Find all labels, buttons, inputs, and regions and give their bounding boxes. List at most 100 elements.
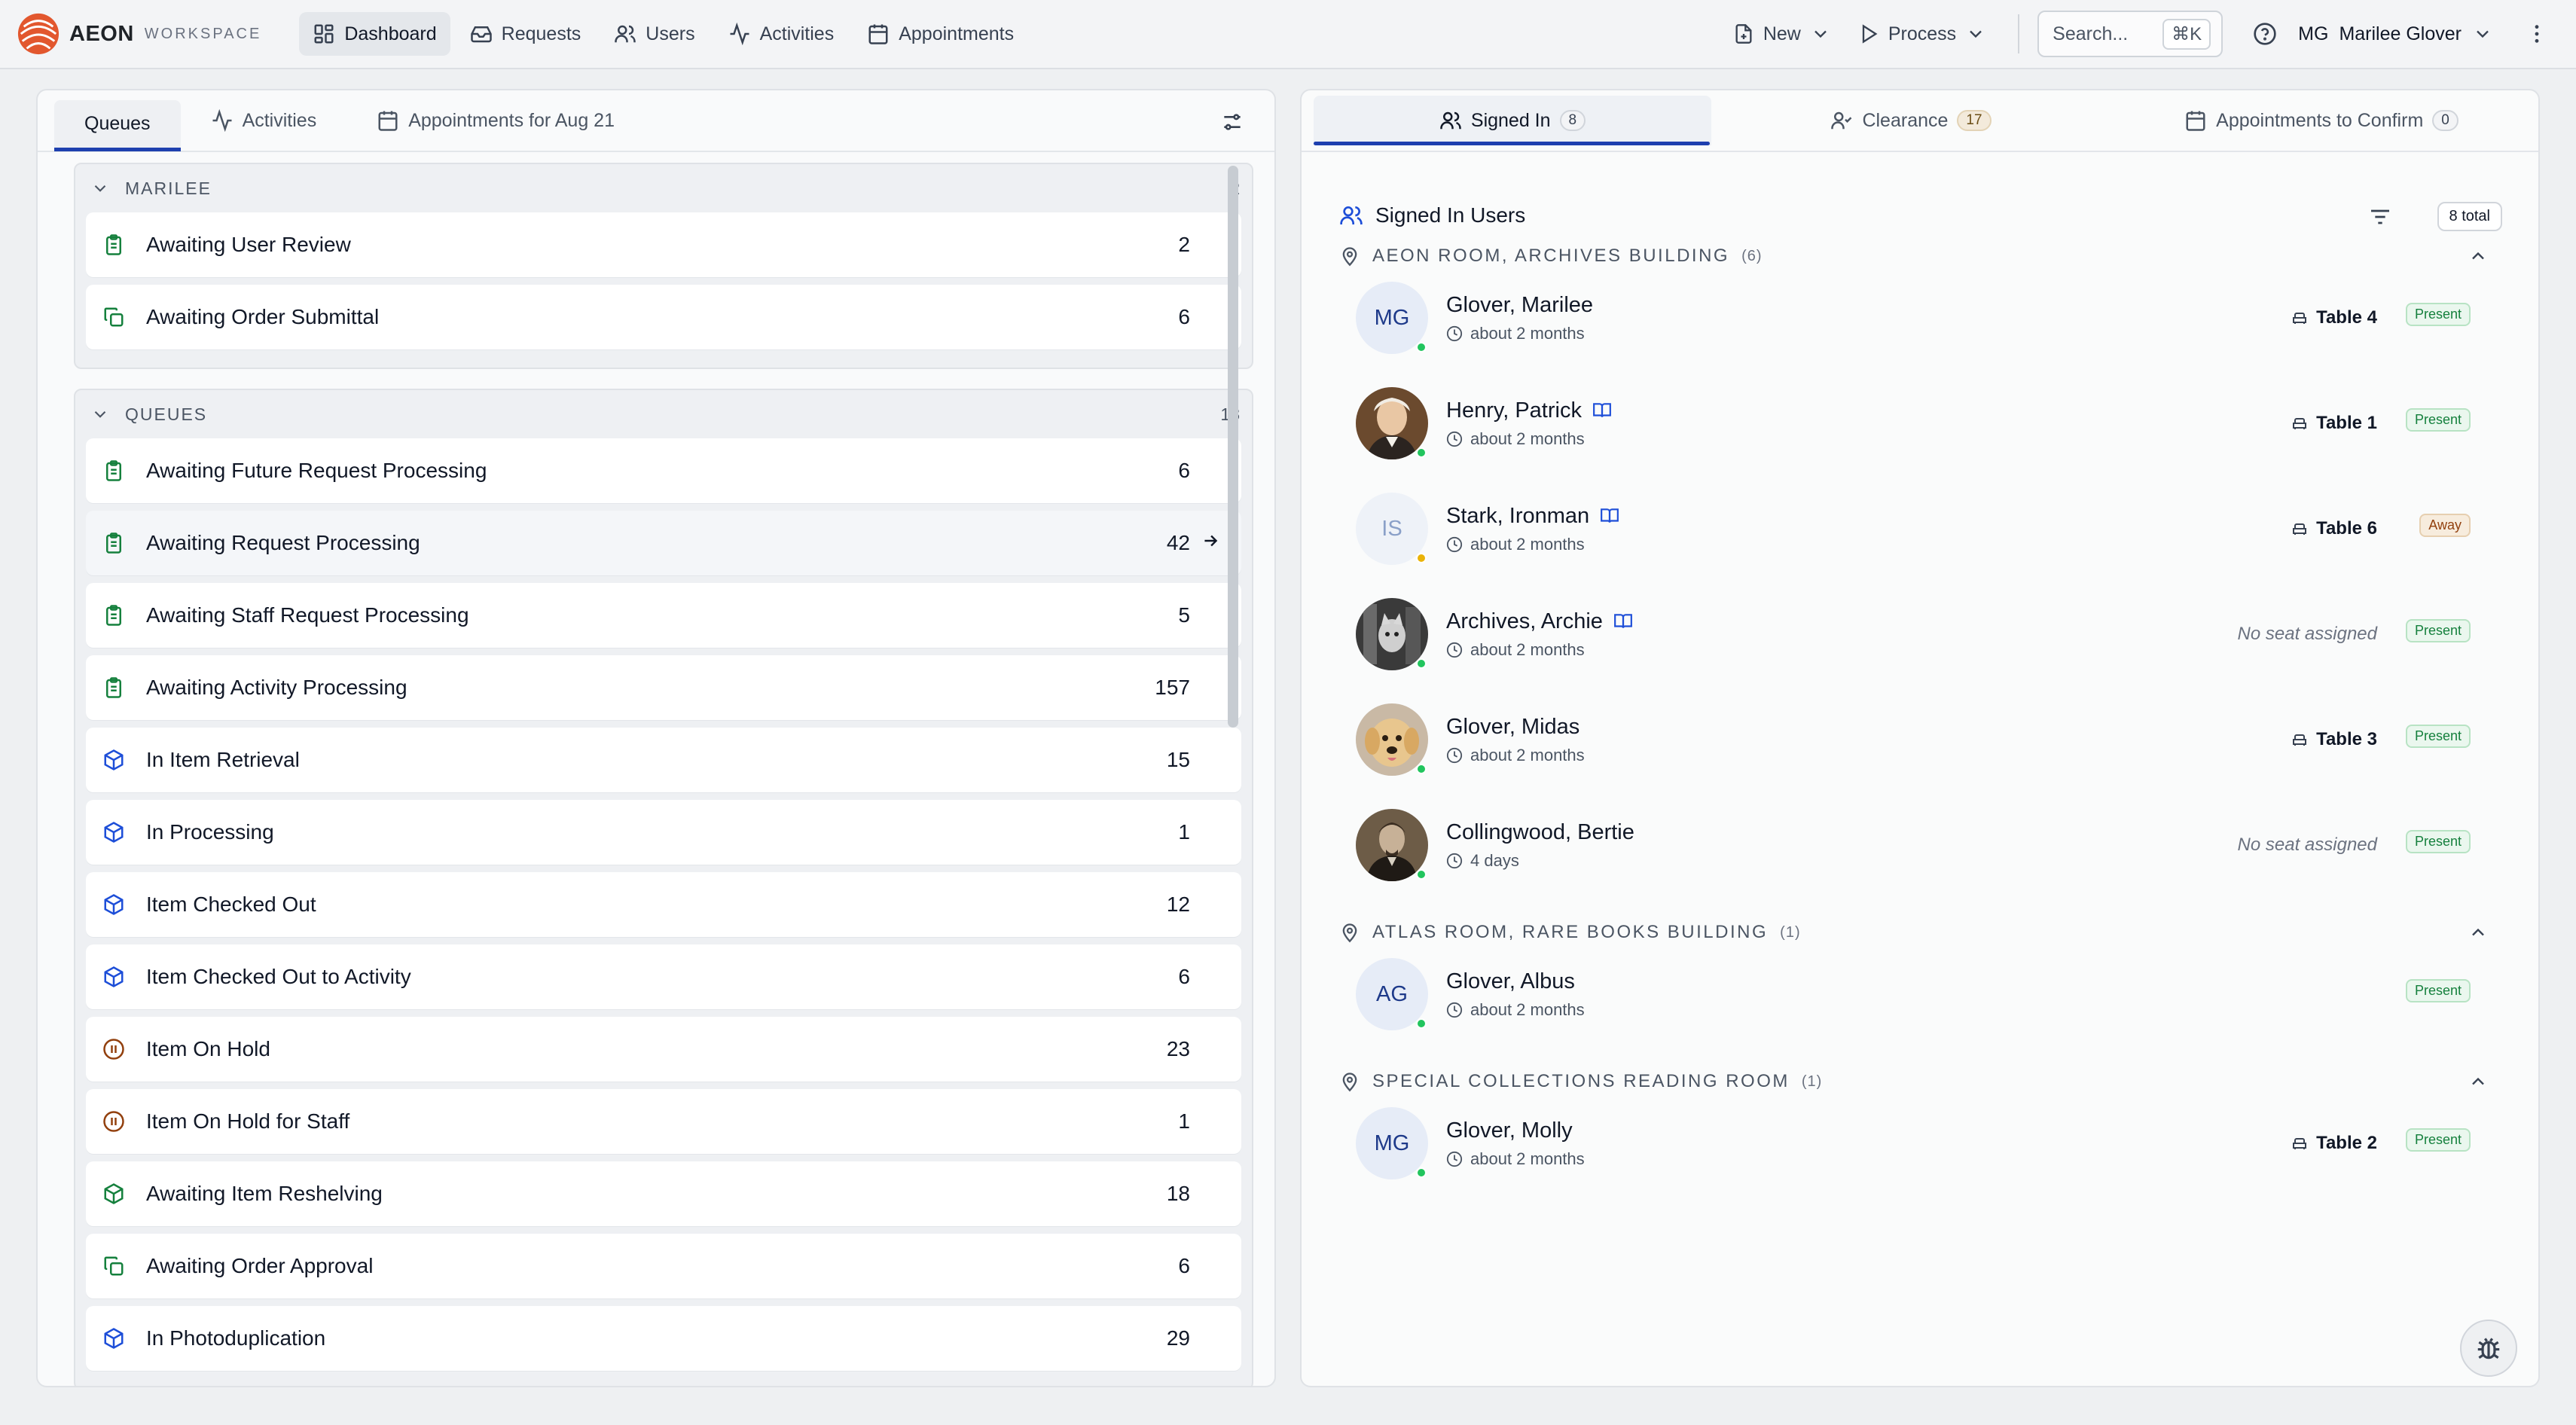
signed-in-user-row[interactable]: Glover, Midas about 2 months Table 3 Presen… [1356, 694, 2471, 785]
user-name: Stark, Ironman [1446, 503, 1590, 528]
queue-row[interactable]: Item Checked Out 12 [86, 872, 1241, 937]
avatar: MG [1356, 1107, 1428, 1179]
clock-icon [1446, 325, 1463, 341]
clock-icon [1446, 431, 1463, 447]
queue-label: Awaiting Item Reshelving [146, 1182, 383, 1205]
debug-button[interactable] [2460, 1320, 2517, 1377]
signed-in-user-row[interactable]: MG Glover, Molly about 2 months Table 2 Pres… [1356, 1098, 2471, 1189]
queue-row[interactable]: Awaiting Item Reshelving 18 [86, 1161, 1241, 1226]
seat-assignment: Table 6 [2291, 518, 2377, 539]
queue-settings-button[interactable] [1220, 110, 1244, 139]
nav-appointments[interactable]: Appointments [853, 12, 1027, 56]
signed-in-duration: about 2 months [1470, 999, 1585, 1019]
group-header[interactable]: MARILEE 2 [86, 164, 1241, 212]
tab-appointments-to-confirm[interactable]: Appointments to Confirm 0 [2111, 90, 2532, 151]
queue-row[interactable]: Awaiting User Review 2 [86, 212, 1241, 277]
help-button[interactable] [2239, 22, 2291, 46]
queue-row[interactable]: In Item Retrieval 15 [86, 728, 1241, 792]
presence-dot [1416, 1167, 1427, 1178]
main-nav: Dashboard Requests Users Activities Appo… [299, 12, 1027, 56]
chevron-down-icon [94, 410, 106, 418]
presence-dot [1416, 1018, 1427, 1029]
calendar-icon [378, 111, 398, 131]
nav-dashboard[interactable]: Dashboard [299, 12, 450, 56]
map-pin-icon [1342, 247, 1357, 267]
queue-row[interactable]: Awaiting Order Approval 6 [86, 1234, 1241, 1298]
process-button[interactable]: Process [1845, 23, 2000, 45]
location-header[interactable]: AEON ROOM, ARCHIVES BUILDING (6) [1339, 246, 2504, 267]
presence-dot [1416, 869, 1427, 880]
avatar-initials: AG [1376, 981, 1408, 1006]
queue-row[interactable]: Awaiting Staff Request Processing 5 [86, 583, 1241, 648]
queue-row[interactable]: Awaiting Future Request Processing 6 [86, 438, 1241, 503]
tab-appointments-today[interactable]: Appointments for Aug 21 [346, 90, 645, 151]
signed-in-user-row[interactable]: Collingwood, Bertie 4 days No seat assigne… [1356, 800, 2471, 890]
queue-list[interactable]: MARILEE 2 Awaiting User Review2 Awaiting … [74, 163, 1253, 1386]
signed-in-user-row[interactable]: MG Glover, Marilee about 2 months Table 4 Pr… [1356, 273, 2471, 363]
queue-row[interactable]: Awaiting Order Submittal 6 [86, 285, 1241, 349]
chevron-up-icon [2472, 252, 2484, 260]
users-icon [615, 25, 636, 43]
sliders-icon [1224, 114, 1241, 130]
seat-assignment: Table 3 [2291, 729, 2377, 750]
app-logo[interactable]: AEON WORKSPACE [17, 12, 261, 56]
nav-label: Requests [501, 23, 581, 44]
queue-row[interactable]: Item On Hold for Staff 1 [86, 1089, 1241, 1154]
top-navigation-bar: AEON WORKSPACE Dashboard Requests Users … [0, 0, 2576, 69]
more-menu-button[interactable] [2511, 22, 2562, 46]
clipboard-check-icon [106, 605, 121, 626]
user-name: Archives, Archie [1446, 609, 1603, 633]
tab-clearance[interactable]: Clearance 17 [1711, 90, 2111, 151]
tab-queues[interactable]: Queues [54, 100, 181, 151]
scrollbar[interactable] [1228, 166, 1238, 728]
queue-count: 29 [1166, 1326, 1190, 1350]
group-header[interactable]: QUEUES 18 [86, 390, 1241, 438]
queue-row[interactable]: In Photoduplication 29 [86, 1306, 1241, 1371]
queue-row[interactable]: Awaiting Activity Processing 157 [86, 655, 1241, 720]
nav-activities[interactable]: Activities [715, 12, 848, 56]
nav-requests[interactable]: Requests [456, 12, 595, 56]
new-button[interactable]: New [1720, 23, 1845, 45]
presence-dot [1416, 447, 1427, 458]
location-header[interactable]: ATLAS ROOM, RARE BOOKS BUILDING (1) [1339, 922, 2504, 943]
filter-button[interactable] [2368, 205, 2392, 234]
user-check-icon [1831, 111, 1852, 130]
tab-activities[interactable]: Activities [181, 90, 347, 151]
queue-label: Awaiting Staff Request Processing [146, 603, 469, 627]
signed-in-user-row[interactable]: IS Stark, Ironman about 2 months Table 6 Awa… [1356, 484, 2471, 574]
more-vertical-icon [2535, 25, 2539, 43]
clock-icon [1446, 536, 1463, 552]
queue-label: In Item Retrieval [146, 748, 300, 771]
signed-in-heading: Signed In Users [1339, 203, 1525, 227]
filter-icon [2371, 209, 2389, 224]
queue-row[interactable]: Awaiting Request Processing 42 [86, 511, 1241, 575]
package-icon [104, 749, 124, 770]
queue-row[interactable]: Item Checked Out to Activity 6 [86, 944, 1241, 1009]
nav-users[interactable]: Users [600, 12, 708, 56]
signed-in-user-row[interactable]: AG Glover, Albus about 2 months Present [1356, 949, 2471, 1039]
avatar-initials: IS [1381, 516, 1402, 541]
clock-icon [1446, 1151, 1463, 1167]
location-header[interactable]: SPECIAL COLLECTIONS READING ROOM (1) [1339, 1071, 2504, 1092]
user-name: Glover, Midas [1446, 714, 1580, 739]
seat-icon [2293, 418, 2307, 429]
app-subtitle: WORKSPACE [144, 25, 262, 42]
presence-dot [1416, 764, 1427, 774]
search-button[interactable]: Search... ⌘K [2037, 11, 2223, 57]
tab-signed-in[interactable]: Signed In 8 [1314, 96, 1711, 145]
tab-label: Queues [84, 113, 151, 134]
search-shortcut: ⌘K [2162, 18, 2211, 50]
queue-row[interactable]: In Processing 1 [86, 800, 1241, 865]
seat-label: Table 1 [2316, 413, 2377, 433]
file-plus-icon [1735, 24, 1752, 44]
new-label: New [1763, 23, 1801, 44]
tab-label: Appointments to Confirm [2216, 109, 2424, 131]
avatar [1356, 387, 1428, 459]
signed-in-user-row[interactable]: Henry, Patrick about 2 months Table 1 Prese… [1356, 378, 2471, 468]
queue-row[interactable]: Item On Hold 23 [86, 1017, 1241, 1082]
signed-in-user-row[interactable]: Archives, Archie about 2 months No seat as… [1356, 589, 2471, 679]
user-menu[interactable]: MG Marilee Glover [2298, 23, 2493, 45]
group-title: MARILEE [125, 178, 212, 198]
app-name: AEON [69, 21, 134, 46]
tab-label: Appointments for Aug 21 [408, 109, 615, 131]
